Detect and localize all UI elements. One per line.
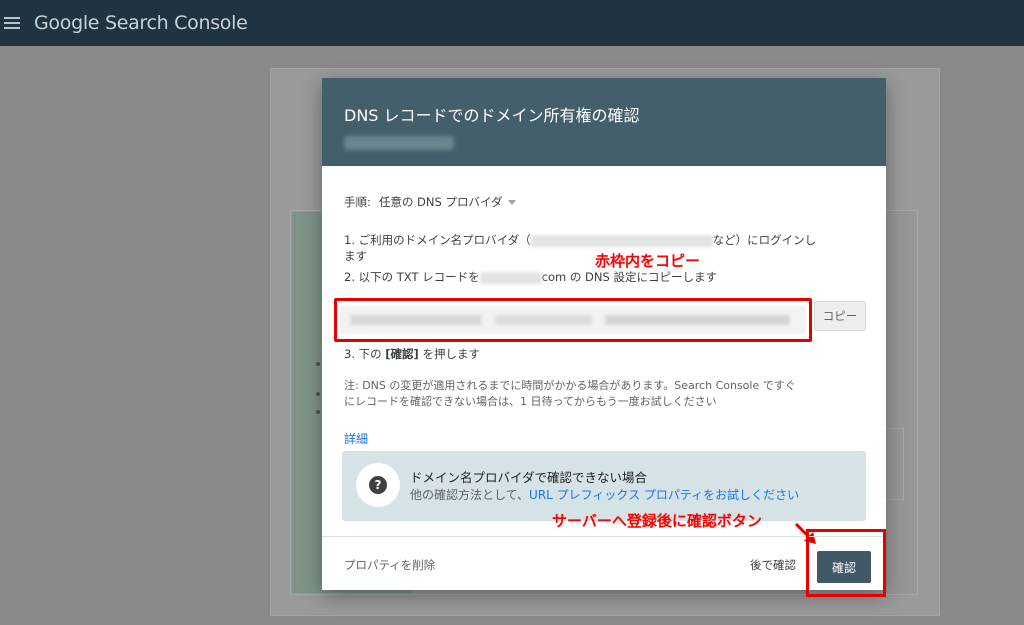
dns-verification-dialog: DNS レコードでのドメイン所有権の確認 手順: 任意の DNS プロバイダ 1…: [322, 78, 886, 597]
step-2: 2. 以下の TXT レコードを com の DNS 設定にコピーします: [344, 269, 717, 285]
help-text: 他の確認方法として、URL プレフィックス プロパティをお試しください: [410, 486, 799, 503]
step-1-text-c: ます: [344, 249, 367, 263]
step-3: 3. 下の [確認] を押します: [344, 346, 480, 362]
background-bullet: [316, 392, 320, 396]
url-prefix-link[interactable]: URL プレフィックス プロパティをお試しください: [529, 488, 799, 502]
note-line-1: 注: DNS の変更が適用されるまでに時間がかかる場合があります。Search …: [344, 379, 796, 392]
dialog-header: DNS レコードでのドメイン所有権の確認: [322, 78, 886, 166]
top-app-bar: Google Search Console: [0, 0, 1024, 46]
redacted-text: [530, 234, 713, 247]
step-1-text-b: など）にログインし: [712, 233, 817, 247]
delete-property-button[interactable]: プロパティを削除: [344, 557, 435, 573]
dialog-footer: プロパティを削除 後で確認: [322, 536, 886, 590]
step-3-text-a: 3. 下の: [344, 347, 382, 361]
note-text: 注: DNS の変更が適用されるまでに時間がかかる場合があります。Search …: [344, 378, 796, 410]
question-mark-icon: ?: [369, 476, 387, 494]
dialog-title: DNS レコードでのドメイン所有権の確認: [344, 106, 640, 125]
provider-row: 手順: 任意の DNS プロバイダ: [344, 194, 517, 210]
step-2-text-a: 2. 以下の TXT レコードを: [344, 270, 480, 284]
step-1: 1. ご利用のドメイン名プロバイダ（ など）にログインし ます: [344, 232, 816, 264]
note-line-2: にレコードを確認できない場合は、1 日待ってからもう一度お試しください: [344, 395, 717, 408]
highlight-frame-record: [334, 298, 812, 342]
steps-label: 手順:: [344, 195, 371, 209]
step-2-text-b: com の DNS 設定にコピーします: [541, 270, 717, 284]
help-text-a: 他の確認方法として、: [410, 488, 530, 502]
details-link[interactable]: 詳細: [344, 430, 368, 447]
annotation-copy-note: 赤枠内をコピー: [595, 252, 701, 270]
verify-button[interactable]: 確認: [817, 551, 871, 583]
background-bullet: [316, 362, 320, 366]
menu-icon[interactable]: [4, 17, 20, 29]
help-icon-wrap: ?: [356, 463, 400, 507]
redacted-text: [479, 271, 542, 284]
verify-later-button[interactable]: 後で確認: [750, 557, 796, 573]
background-bullet: [316, 410, 320, 414]
provider-dropdown[interactable]: 任意の DNS プロバイダ: [379, 194, 517, 210]
copy-button[interactable]: コピー: [814, 301, 866, 331]
app-title[interactable]: Google Search Console: [34, 12, 248, 34]
provider-selected: 任意の DNS プロバイダ: [378, 195, 503, 209]
step-3-text-b: [確認]: [385, 347, 419, 361]
annotation-confirm-note: サーバーへ登録後に確認ボタン: [552, 512, 762, 530]
step-1-text-a: 1. ご利用のドメイン名プロバイダ（: [344, 233, 531, 247]
domain-name-redacted: [344, 136, 454, 150]
help-title: ドメイン名プロバイダで確認できない場合: [410, 470, 648, 485]
chevron-down-icon: [508, 199, 517, 205]
step-3-text-c: を押します: [422, 347, 480, 361]
